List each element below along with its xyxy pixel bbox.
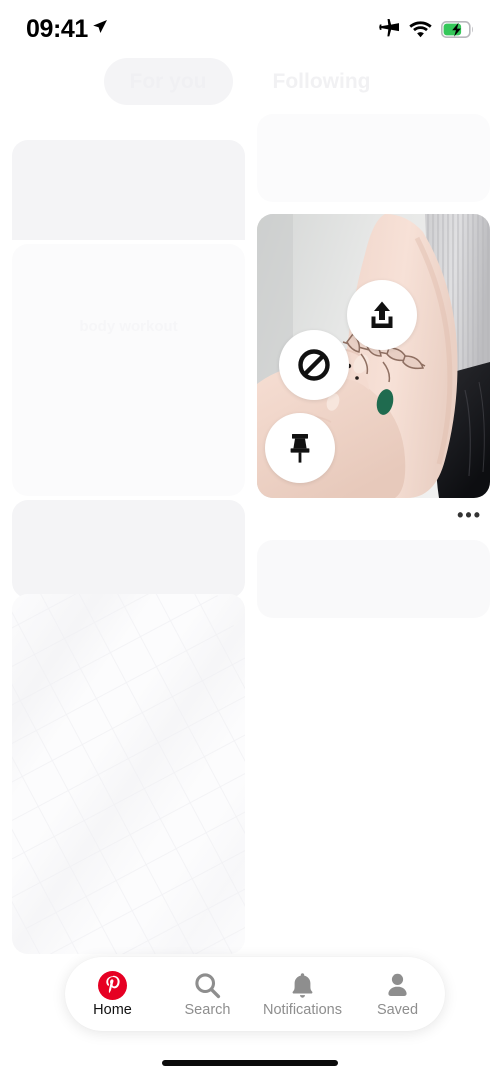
focused-pin-card[interactable]: ••• (257, 214, 490, 524)
wifi-icon (409, 20, 432, 37)
nav-item-saved[interactable]: Saved (350, 957, 445, 1031)
nav-item-search[interactable]: Search (160, 957, 255, 1031)
status-bar-right (378, 19, 474, 39)
bell-glyph (292, 972, 313, 998)
collage-pattern (12, 594, 245, 954)
person-glyph (388, 973, 407, 996)
pin-overflow-icon[interactable]: ••• (457, 506, 482, 524)
pushpin-icon (290, 434, 310, 463)
feed-tab-bar: For you Following (0, 56, 500, 106)
person-icon (384, 970, 411, 1000)
list-item[interactable] (12, 140, 245, 240)
pin-thumbnail[interactable] (12, 594, 245, 954)
block-circle-slash-icon (298, 349, 330, 381)
pin-thumbnail[interactable] (12, 500, 245, 598)
tab-following[interactable]: Following (247, 58, 397, 105)
pin-image-tattoo-arm[interactable] (257, 214, 490, 498)
tab-for-you[interactable]: For you (103, 57, 233, 105)
nav-item-home[interactable]: Home (65, 957, 160, 1031)
nav-item-notifications[interactable]: Notifications (255, 957, 350, 1031)
nav-label-notifications: Notifications (263, 1002, 342, 1019)
pin-thumbnail[interactable] (257, 114, 490, 202)
share-button[interactable] (347, 280, 417, 350)
share-upload-icon (371, 301, 393, 328)
pin-thumbnail[interactable]: body workout (12, 244, 245, 496)
status-bar-time: 09:41 (26, 14, 88, 43)
magnifier-glyph (195, 973, 221, 998)
bottom-navigation-bar: Home Search Notifications Saved (65, 957, 445, 1031)
list-item[interactable]: ••• (12, 500, 245, 623)
airplane-mode-icon (379, 19, 399, 37)
pinterest-logo-icon (98, 970, 127, 1000)
status-bar-left: 09:41 (26, 14, 108, 43)
battery-charging-icon (441, 20, 473, 38)
hide-button[interactable] (279, 330, 349, 400)
pin-title: body workout (79, 318, 178, 335)
pinterest-home-screen: 09:41 For you Following body workout •••… (0, 0, 500, 1080)
save-pin-button[interactable] (265, 413, 335, 483)
search-icon (193, 970, 222, 1000)
pin-thumbnail[interactable] (12, 140, 245, 240)
list-item[interactable]: body workout (12, 244, 245, 496)
list-item[interactable] (257, 114, 490, 202)
status-bar: 09:41 (0, 0, 500, 58)
pinterest-p-glyph (106, 975, 120, 994)
nav-label-saved: Saved (376, 1002, 419, 1019)
pin-thumbnail[interactable] (257, 540, 490, 618)
home-indicator (162, 1060, 338, 1066)
bell-icon (289, 970, 316, 1000)
list-item[interactable] (257, 540, 490, 618)
location-arrow-icon (93, 20, 107, 33)
nav-label-search: Search (184, 1002, 231, 1019)
nav-label-home: Home (93, 1002, 132, 1019)
list-item[interactable] (12, 594, 245, 954)
